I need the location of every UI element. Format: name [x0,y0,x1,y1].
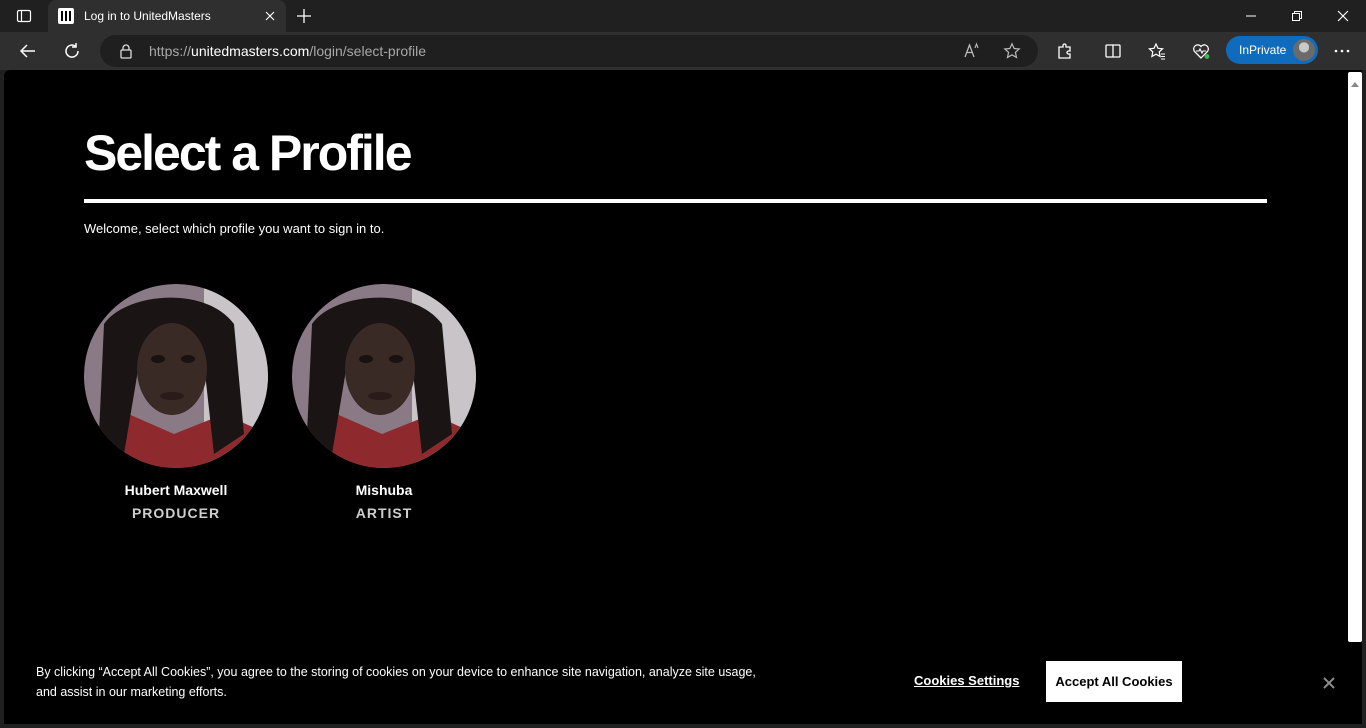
browser-tab[interactable]: Log in to UnitedMasters [48,0,286,32]
favorites-icon[interactable] [1141,35,1173,67]
star-icon[interactable] [996,35,1028,67]
more-icon[interactable] [1326,35,1358,67]
browser-toolbar: https://unitedmasters.com/login/select-p… [0,32,1366,70]
profile-card-hubert-maxwell[interactable]: Hubert Maxwell PRODUCER [84,284,268,521]
lock-icon[interactable] [118,43,134,59]
profile-photo[interactable] [292,284,476,468]
scrollbar-thumb[interactable] [1348,72,1362,642]
accept-all-cookies-button[interactable]: Accept All Cookies [1046,661,1182,702]
title-divider [84,199,1267,203]
tab-actions-icon[interactable] [8,4,40,28]
restore-icon[interactable] [1274,0,1320,32]
welcome-text: Welcome, select which profile you want t… [84,221,385,236]
page-title: Select a Profile [84,125,412,181]
cookie-banner: By clicking “Accept All Cookies”, you ag… [4,642,1362,724]
profile-name[interactable]: Mishuba [292,482,476,498]
profile-role: PRODUCER [131,505,221,521]
address-bar[interactable]: https://unitedmasters.com/login/select-p… [100,35,1038,67]
new-tab-plus-icon[interactable] [294,6,314,26]
refresh-icon[interactable] [56,35,88,67]
title-bar: Log in to UnitedMasters [0,0,1366,32]
profile-avatar-icon [1293,39,1315,61]
profile-role: ARTIST [355,505,413,521]
page-viewport: Select a Profile Welcome, select which p… [4,70,1348,724]
puzzle-icon[interactable] [1049,35,1081,67]
unitedmasters-logo-icon [58,8,74,24]
cookie-text: By clicking “Accept All Cookies”, you ag… [36,665,756,699]
minimize-icon[interactable] [1228,0,1274,32]
close-tab-icon[interactable] [262,8,278,24]
close-icon[interactable] [1320,674,1338,692]
inprivate-button[interactable]: InPrivate [1226,36,1318,64]
tab-title: Log in to UnitedMasters [84,9,211,23]
profile-card-mishuba[interactable]: Mishuba ARTIST [292,284,476,521]
close-window-icon[interactable] [1320,0,1366,32]
split-screen-icon[interactable] [1097,35,1129,67]
profile-photo[interactable] [84,284,268,468]
scroll-up-arrow-icon[interactable] [1351,76,1359,87]
browser-essentials-icon[interactable] [1185,35,1217,67]
cookies-settings-link[interactable]: Cookies Settings [914,673,1019,688]
back-arrow-icon[interactable] [12,35,44,67]
read-aloud-icon[interactable] [956,35,988,67]
profile-name[interactable]: Hubert Maxwell [84,482,268,498]
url-text[interactable]: https://unitedmasters.com/login/select-p… [149,43,426,59]
